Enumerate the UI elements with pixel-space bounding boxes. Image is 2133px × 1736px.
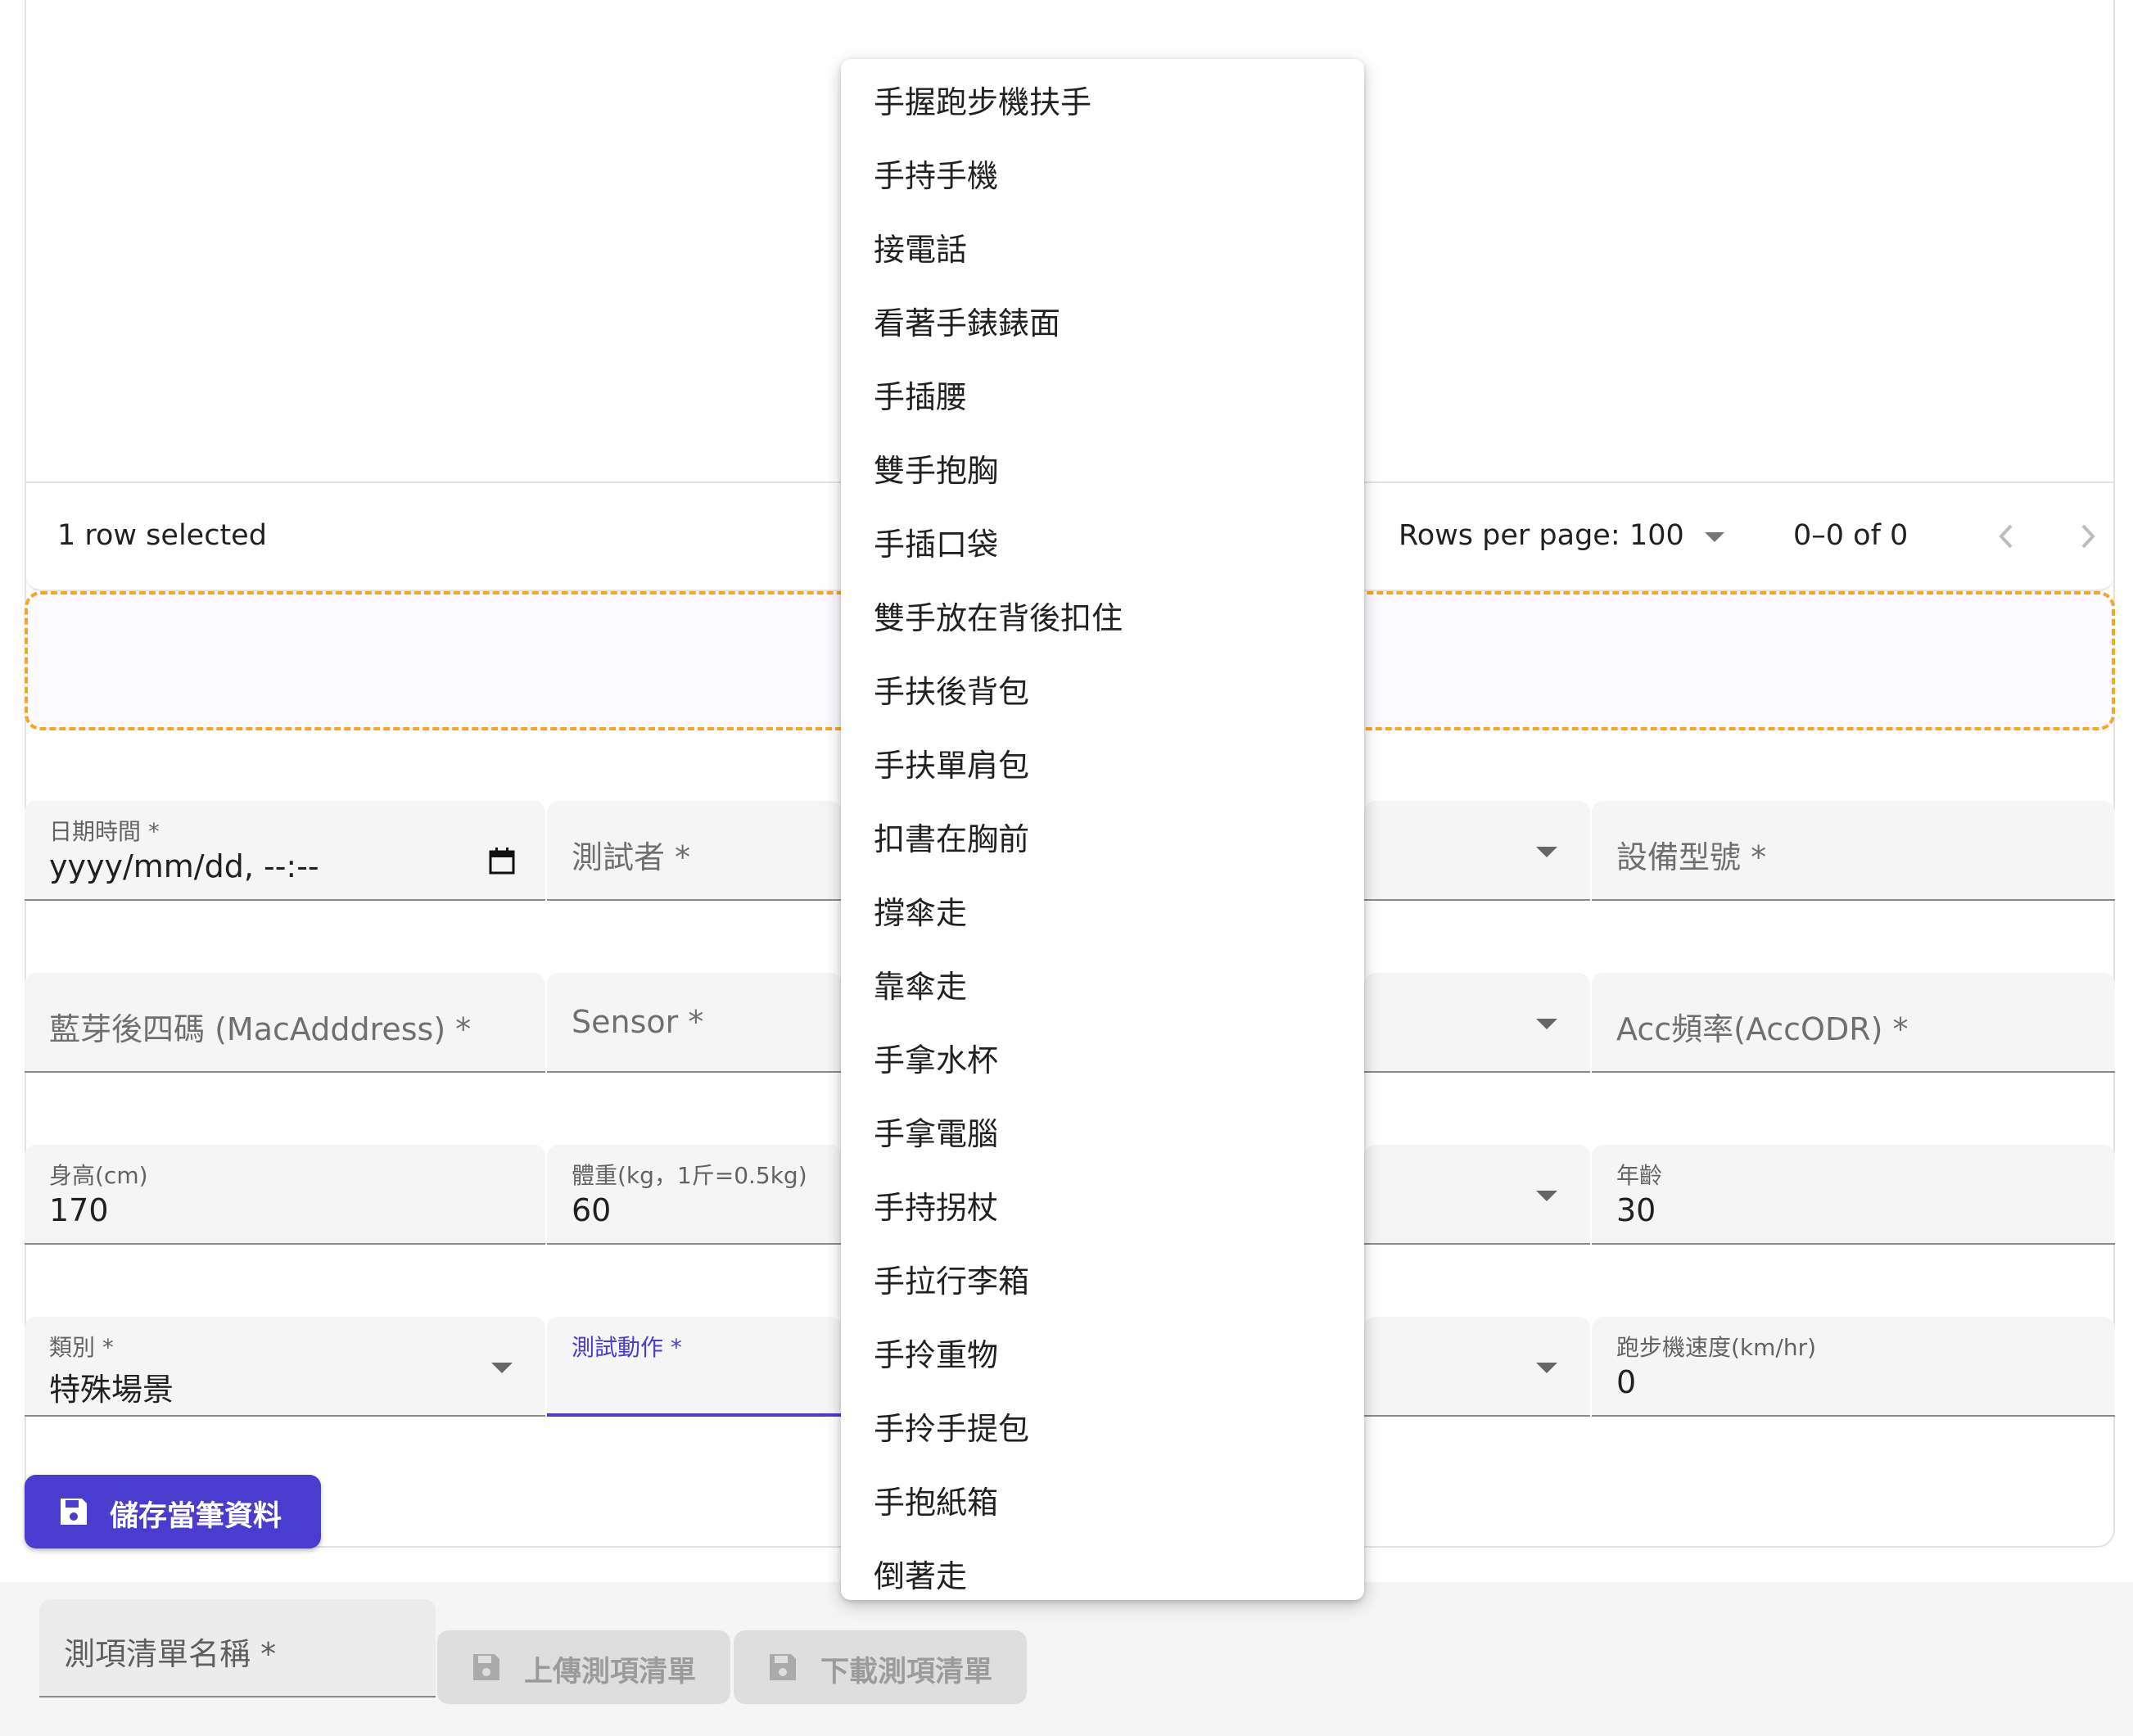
treadmill-speed-input[interactable]: 0 [1616,1364,1636,1400]
chevron-right-icon[interactable] [2072,516,2104,557]
menu-item[interactable]: 手扶後背包 [874,667,1029,712]
weight-field[interactable]: 體重(kg，1斤=0.5kg) 60 [547,1145,842,1245]
menu-item[interactable]: 手插口袋 [874,519,998,564]
device-model-label: 設備型號 * [1616,839,1767,875]
menu-item[interactable]: 扣書在胸前 [874,814,1029,859]
menu-item[interactable]: 手拎手提包 [874,1404,1029,1449]
menu-item[interactable]: 靠傘走 [874,961,967,1006]
chevron-left-icon[interactable] [1990,516,2022,557]
age-label: 年齡 [1616,1162,1663,1189]
test-action-label: 測試動作 * [572,1334,682,1361]
chevron-down-icon[interactable] [1536,1363,1557,1373]
menu-item[interactable]: 手拉行李箱 [874,1256,1029,1301]
rows-per-page-label: Rows per page: [1399,519,1620,552]
menu-item[interactable]: 手扶單肩包 [874,740,1029,785]
menu-item[interactable]: 接電話 [874,224,967,269]
menu-item[interactable]: 手持拐杖 [874,1182,998,1227]
menu-item[interactable]: 手持手機 [874,151,998,196]
list-name-field[interactable]: 測項清單名稱 * [39,1599,436,1698]
age-field[interactable]: 年齡 30 [1592,1145,2115,1245]
height-input[interactable]: 170 [49,1192,109,1228]
menu-item[interactable]: 手插腰 [874,372,967,417]
hidden-select-field-4[interactable] [1364,1317,1590,1417]
upload-list-label: 上傳測項清單 [524,1656,697,1689]
age-input[interactable]: 30 [1616,1192,1656,1228]
upload-list-button[interactable]: 上傳測項清單 [437,1630,730,1704]
sensor-label: Sensor * [572,1004,704,1040]
pagination-range: 0–0 of 0 [1793,519,1909,552]
save-record-label: 儲存當筆資料 [110,1500,282,1533]
chevron-down-icon[interactable] [491,1363,513,1373]
device-model-field[interactable]: 設備型號 * [1592,801,2115,901]
mac-address-field[interactable]: 藍芽後四碼 (MacAdddress) * [25,973,545,1073]
save-icon [57,1495,90,1528]
chevron-down-icon[interactable] [1536,847,1557,857]
menu-item[interactable]: 手拎重物 [874,1330,998,1375]
download-list-label: 下載測項清單 [820,1656,993,1689]
sensor-field[interactable]: Sensor * [547,973,842,1073]
datetime-label: 日期時間 * [49,818,160,845]
mac-address-label: 藍芽後四碼 (MacAdddress) * [49,1011,472,1047]
selected-rows-text: 1 row selected [57,519,267,552]
save-icon [470,1651,503,1684]
menu-item[interactable]: 手拿水杯 [874,1035,998,1080]
test-action-menu: 手握跑步機扶手 手持手機 接電話 看著手錶錶面 手插腰 雙手抱胸 手插口袋 雙手… [841,59,1364,1600]
treadmill-speed-label: 跑步機速度(km/hr) [1616,1334,1817,1361]
download-list-button[interactable]: 下載測項清單 [734,1630,1027,1704]
tester-field[interactable]: 測試者 * [547,801,842,901]
acc-odr-field[interactable]: Acc頻率(AccODR) * [1592,973,2115,1073]
menu-item[interactable]: 手抱紙箱 [874,1477,998,1522]
weight-label: 體重(kg，1斤=0.5kg) [572,1162,807,1189]
category-value: 特殊場景 [49,1372,174,1408]
datetime-field[interactable]: 日期時間 * yyyy/mm/dd, --:-- [25,801,545,901]
category-select[interactable]: 類別 * 特殊場景 [25,1317,545,1417]
menu-item[interactable]: 雙手放在背後扣住 [874,593,1123,638]
menu-item[interactable]: 看著手錶錶面 [874,298,1060,343]
tester-label: 測試者 * [572,839,691,875]
menu-item[interactable]: 倒著走 [874,1551,967,1596]
save-record-button[interactable]: 儲存當筆資料 [25,1475,321,1548]
acc-odr-label: Acc頻率(AccODR) * [1616,1011,1909,1047]
chevron-down-icon[interactable] [1705,532,1724,542]
menu-item[interactable]: 撐傘走 [874,888,967,933]
menu-item[interactable]: 雙手抱胸 [874,445,998,491]
rows-per-page-select[interactable]: 100 [1629,519,1684,552]
chevron-down-icon[interactable] [1536,1019,1557,1029]
chevron-down-icon[interactable] [1536,1191,1557,1201]
category-label: 類別 * [49,1334,114,1361]
datetime-input[interactable]: yyyy/mm/dd, --:-- [49,848,319,884]
hidden-select-field-3[interactable] [1364,1145,1590,1245]
hidden-select-field-1[interactable] [1364,801,1590,901]
weight-input[interactable]: 60 [572,1192,611,1228]
test-action-select[interactable]: 測試動作 * [547,1317,842,1417]
height-field[interactable]: 身高(cm) 170 [25,1145,545,1245]
save-icon [766,1651,799,1684]
menu-item[interactable]: 手拿電腦 [874,1109,998,1154]
hidden-select-field-2[interactable] [1364,973,1590,1073]
menu-item[interactable]: 手握跑步機扶手 [874,77,1091,122]
treadmill-speed-field[interactable]: 跑步機速度(km/hr) 0 [1592,1317,2115,1417]
list-name-label: 測項清單名稱 * [64,1636,277,1672]
height-label: 身高(cm) [49,1162,148,1189]
calendar-icon[interactable] [488,847,516,875]
